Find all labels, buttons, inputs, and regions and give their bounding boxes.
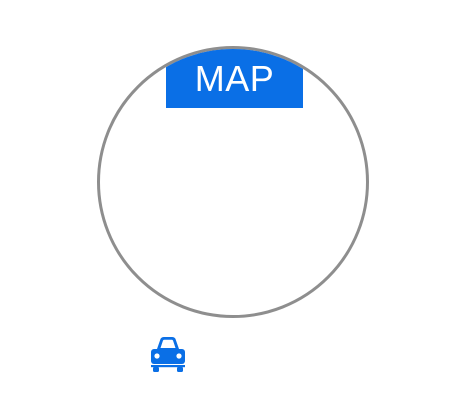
car-icon[interactable] <box>148 335 188 373</box>
map-tab[interactable]: MAP <box>166 49 303 108</box>
map-view[interactable]: MAP <box>97 46 369 318</box>
map-tab-label: MAP <box>194 57 275 99</box>
